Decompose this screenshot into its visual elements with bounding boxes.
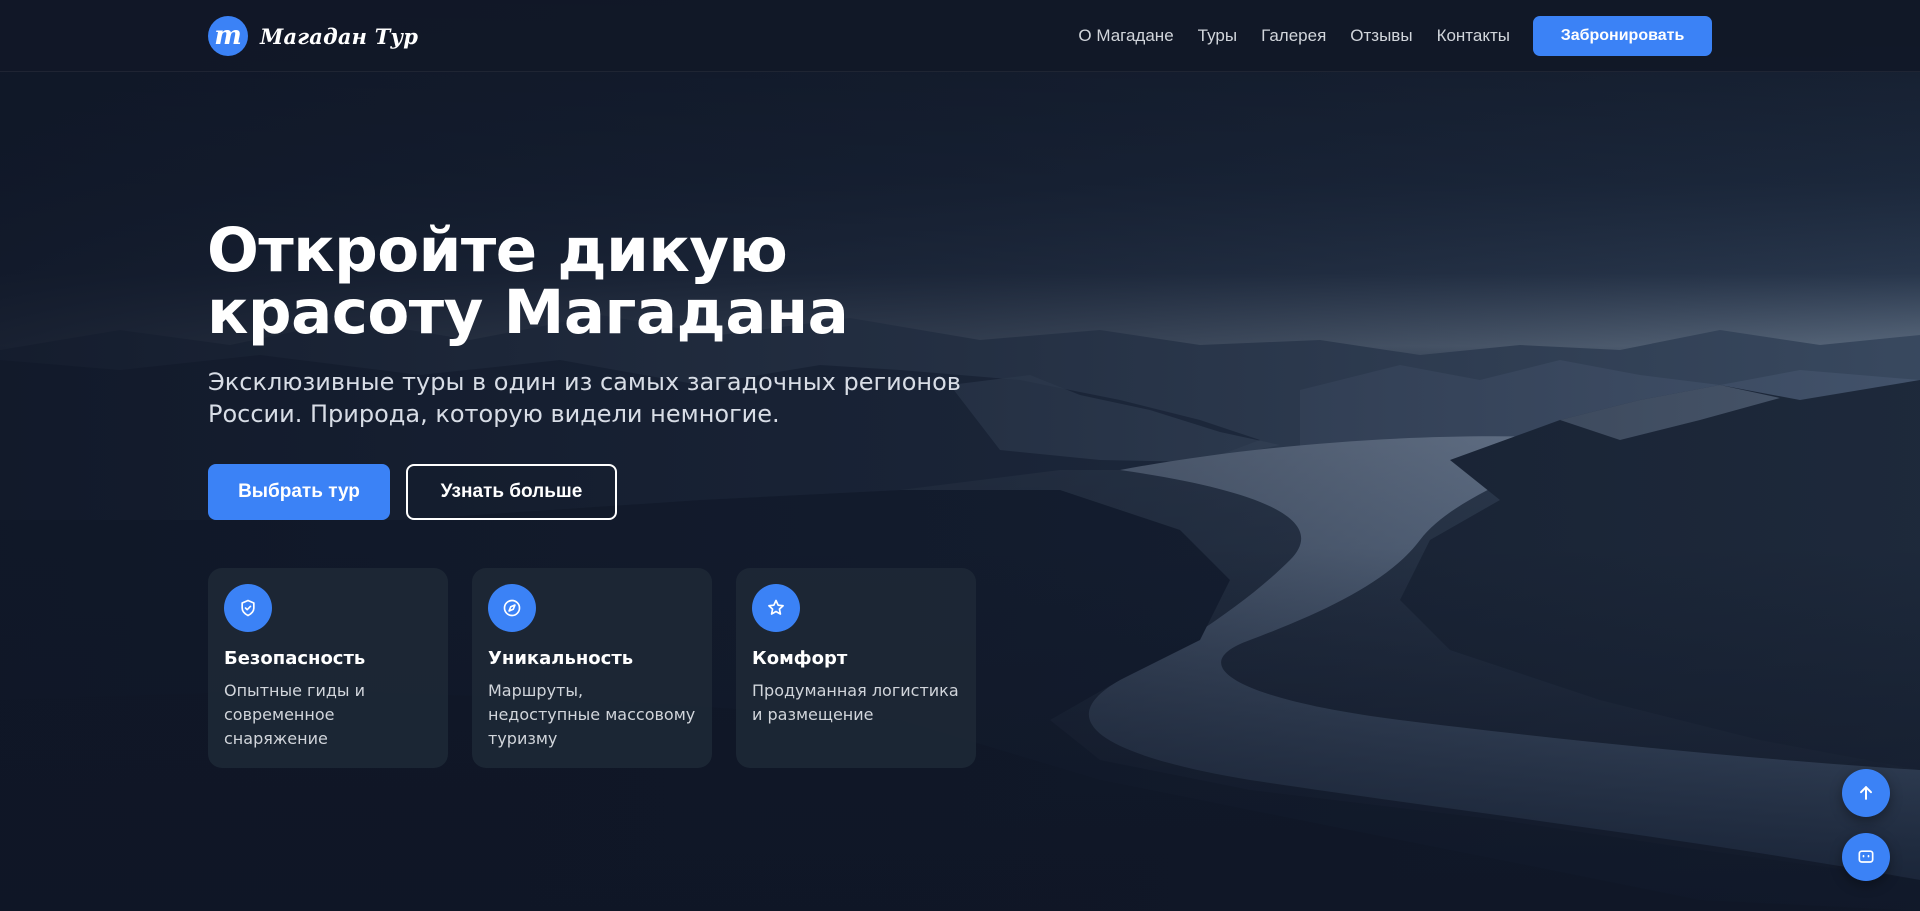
hero-subtitle-line1: Эксклюзивные туры в один из самых загадо… — [208, 368, 961, 396]
nav-link-reviews[interactable]: Отзывы — [1350, 26, 1412, 46]
learn-more-button[interactable]: Узнать больше — [406, 464, 617, 520]
feature-title: Безопасность — [224, 648, 366, 669]
shield-check-icon — [224, 584, 272, 632]
site-header: m Магадан Тур О Магадане Туры Галерея От… — [0, 0, 1920, 72]
hero-subtitle-line2: России. Природа, которую видели немногие… — [208, 400, 780, 428]
nav-link-contacts[interactable]: Контакты — [1437, 26, 1510, 46]
arrow-up-icon — [1860, 786, 1872, 800]
feature-card-uniqueness: Уникальность Маршруты, недоступные массо… — [472, 568, 712, 768]
feature-card-comfort: Комфорт Продуманная логистика и размещен… — [736, 568, 976, 768]
hero-title-line2: красоту Магадана — [207, 277, 849, 348]
feature-title: Уникальность — [488, 648, 634, 669]
feature-title: Комфорт — [752, 648, 848, 669]
feature-text: Опытные гиды и современное снаряжение — [224, 681, 366, 748]
chat-icon — [1858, 850, 1874, 863]
scroll-top-button[interactable] — [1842, 769, 1890, 817]
compass-icon — [488, 584, 536, 632]
hero-subtitle: Эксклюзивные туры в один из самых загадо… — [208, 366, 988, 430]
hero-title-line1: Откройте дикую — [207, 215, 788, 286]
feature-text: Продуманная логистика и размещение — [752, 681, 959, 724]
choose-tour-button[interactable]: Выбрать тур — [208, 464, 390, 520]
star-icon — [752, 584, 800, 632]
book-button[interactable]: Забронировать — [1533, 16, 1712, 56]
nav-link-tours[interactable]: Туры — [1198, 26, 1237, 46]
nav-link-about[interactable]: О Магадане — [1078, 26, 1173, 46]
logo-mark-icon: m — [208, 16, 248, 56]
main-nav: О Магадане Туры Галерея Отзывы Контакты — [1078, 0, 1510, 72]
nav-link-gallery[interactable]: Галерея — [1261, 26, 1326, 46]
feature-text: Маршруты, недоступные массовому туризму — [488, 681, 696, 748]
brand-logo[interactable]: m Магадан Тур — [208, 16, 418, 56]
brand-name: Магадан Тур — [260, 23, 419, 49]
feature-card-safety: Безопасность Опытные гиды и современное … — [208, 568, 448, 768]
hero-title: Откройте дикую красоту Магадана — [207, 220, 967, 344]
chat-button[interactable] — [1842, 833, 1890, 881]
hero-background-image — [0, 0, 1920, 911]
